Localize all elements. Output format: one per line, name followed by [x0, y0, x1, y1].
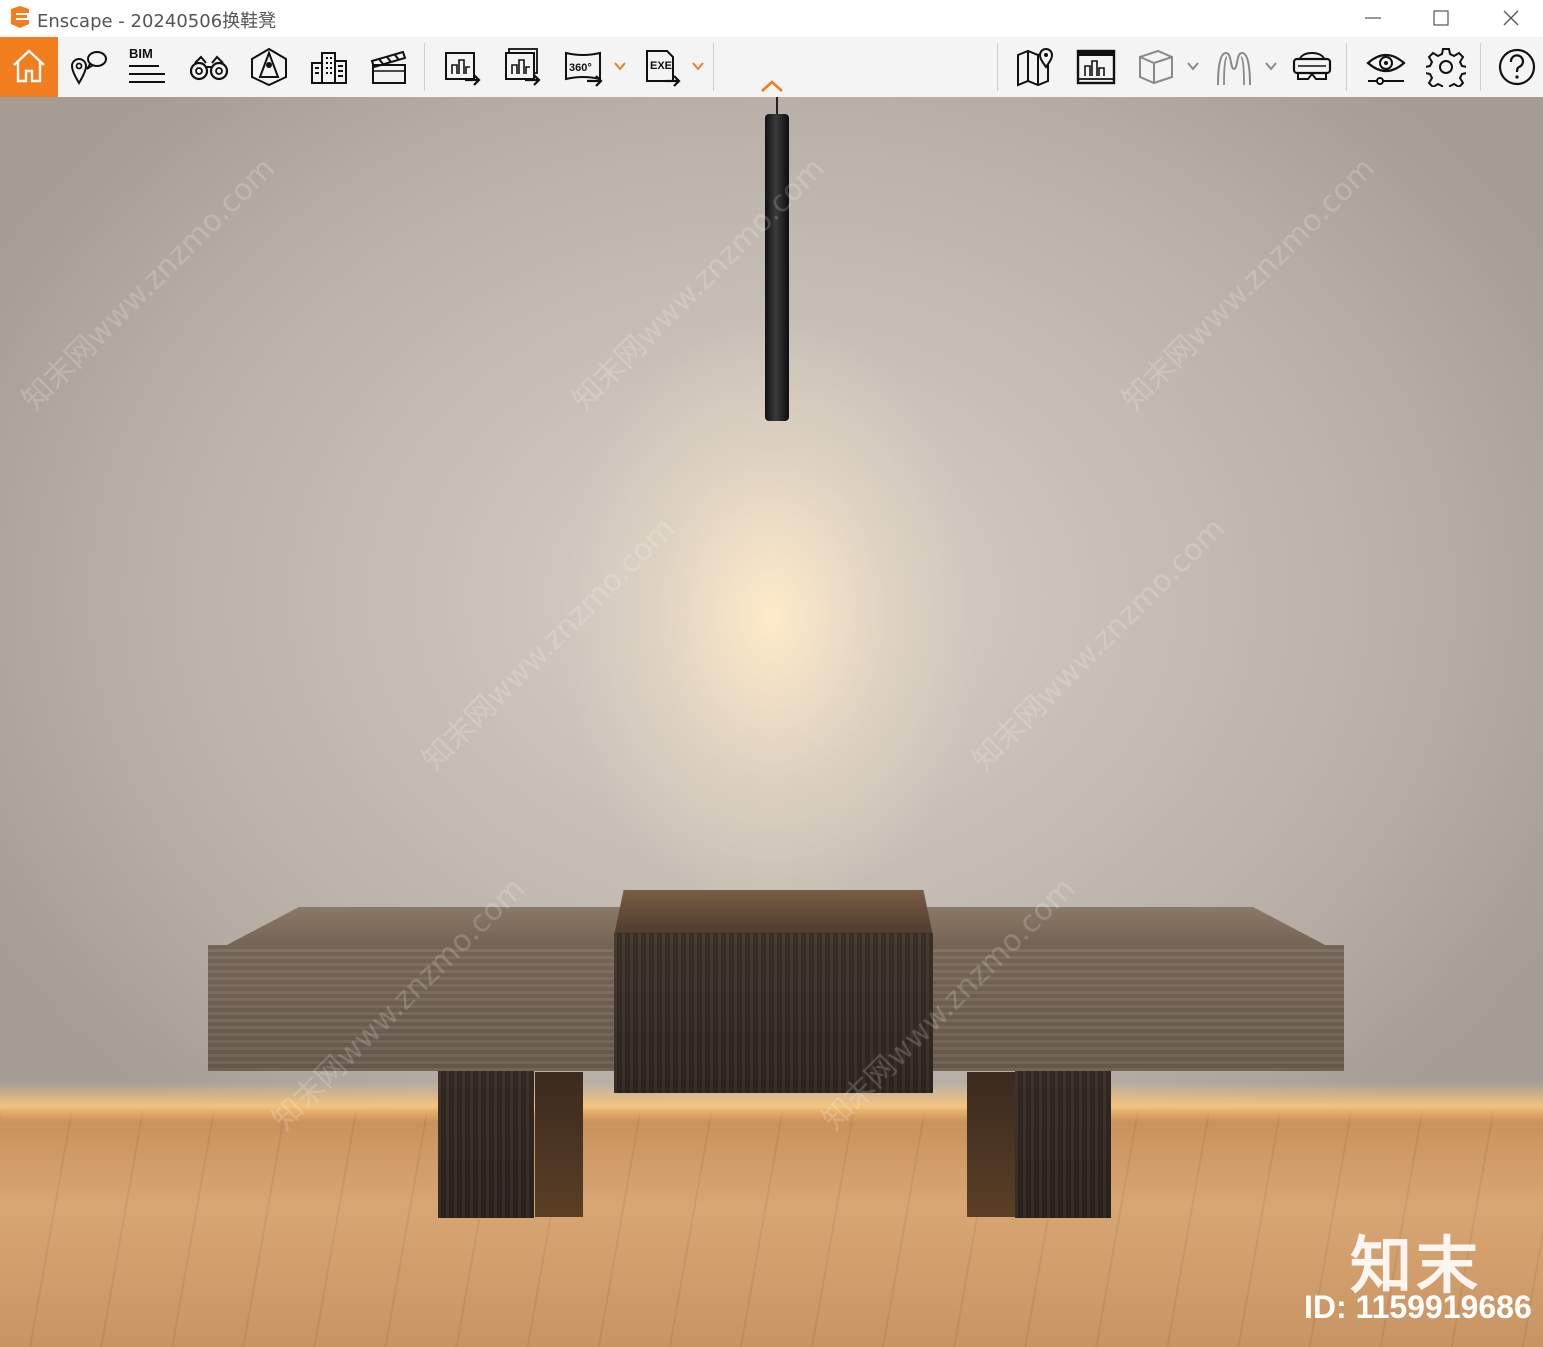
- asset-id-label: ID: 1159919686: [1304, 1289, 1532, 1325]
- location-views-icon: [70, 51, 107, 85]
- render-viewport[interactable]: 知末网www.znzmo.com 知末网www.znzmo.com 知末网www…: [0, 97, 1543, 1347]
- video-button[interactable]: [358, 37, 416, 97]
- chevron-down-icon[interactable]: [1186, 59, 1200, 73]
- view-cube-button[interactable]: [1125, 37, 1183, 97]
- gear-icon: [1426, 48, 1466, 87]
- binoculars-button[interactable]: [178, 37, 236, 97]
- walk-mode-icon: [251, 47, 287, 87]
- bim-icon: BIM: [129, 47, 165, 83]
- exe-export-button[interactable]: EXE: [632, 37, 690, 97]
- map-icon: [1017, 48, 1054, 87]
- clapper-icon: [370, 50, 407, 84]
- chevron-down-icon[interactable]: [613, 59, 627, 73]
- location-views-button[interactable]: [58, 37, 116, 97]
- asset-library-button[interactable]: [1203, 37, 1261, 97]
- buildings-icon: [311, 52, 347, 84]
- visual-settings-icon: [1366, 53, 1406, 85]
- maximize-button[interactable]: [1406, 0, 1476, 37]
- video-editor-icon: [1076, 49, 1116, 85]
- collapse-toolbar-icon[interactable]: [760, 79, 784, 93]
- maximize-icon: [1433, 10, 1449, 26]
- home-button[interactable]: [0, 37, 58, 97]
- map-button[interactable]: [1005, 37, 1063, 97]
- close-button[interactable]: [1476, 0, 1543, 37]
- panorama-label: 360°: [569, 62, 592, 74]
- vr-headset-icon: [1292, 52, 1332, 80]
- minimize-icon: [1365, 17, 1381, 19]
- toolbar-separator: [713, 43, 714, 91]
- toolbar: BIM 360° EXE: [0, 37, 1543, 98]
- exe-export-icon: EXE: [646, 50, 681, 87]
- toolbar-separator: [1346, 43, 1347, 91]
- batch-export-icon: [505, 48, 541, 86]
- toolbar-separator: [1480, 43, 1481, 91]
- batch-export-button[interactable]: [492, 37, 550, 97]
- chevron-down-icon[interactable]: [691, 59, 705, 73]
- chevron-down-icon[interactable]: [1264, 59, 1278, 73]
- help-icon: [1498, 48, 1536, 86]
- bim-label: BIM: [129, 47, 153, 61]
- close-icon: [1503, 10, 1519, 26]
- window-title: Enscape - 20240506换鞋凳: [37, 11, 277, 32]
- help-button[interactable]: [1486, 37, 1543, 97]
- minimize-button[interactable]: [1338, 0, 1408, 37]
- panorama-export-button[interactable]: 360°: [552, 37, 610, 97]
- visual-settings-button[interactable]: [1355, 37, 1413, 97]
- bim-button[interactable]: BIM: [118, 37, 176, 97]
- enscape-logo-icon: [11, 6, 29, 28]
- binoculars-icon: [189, 55, 229, 81]
- home-icon: [13, 49, 45, 83]
- settings-button[interactable]: [1415, 37, 1473, 97]
- panorama-export-icon: 360°: [565, 51, 603, 87]
- bench-leg-inner-left: [535, 1072, 583, 1217]
- screenshot-export-button[interactable]: [432, 37, 490, 97]
- walk-mode-button[interactable]: [238, 37, 296, 97]
- screenshot-export-icon: [445, 52, 481, 86]
- exe-label: EXE: [650, 60, 672, 72]
- vr-headset-button[interactable]: [1281, 37, 1339, 97]
- cube-icon: [1139, 49, 1173, 85]
- asset-library-icon: [1217, 51, 1251, 86]
- title-bar: Enscape - 20240506换鞋凳: [0, 0, 1543, 37]
- bench-center-top: [614, 890, 933, 936]
- video-editor-button[interactable]: [1065, 37, 1123, 97]
- buildings-button[interactable]: [298, 37, 356, 97]
- bench-leg-inner-right: [967, 1072, 1015, 1217]
- toolbar-separator: [997, 43, 998, 91]
- toolbar-separator: [424, 43, 425, 91]
